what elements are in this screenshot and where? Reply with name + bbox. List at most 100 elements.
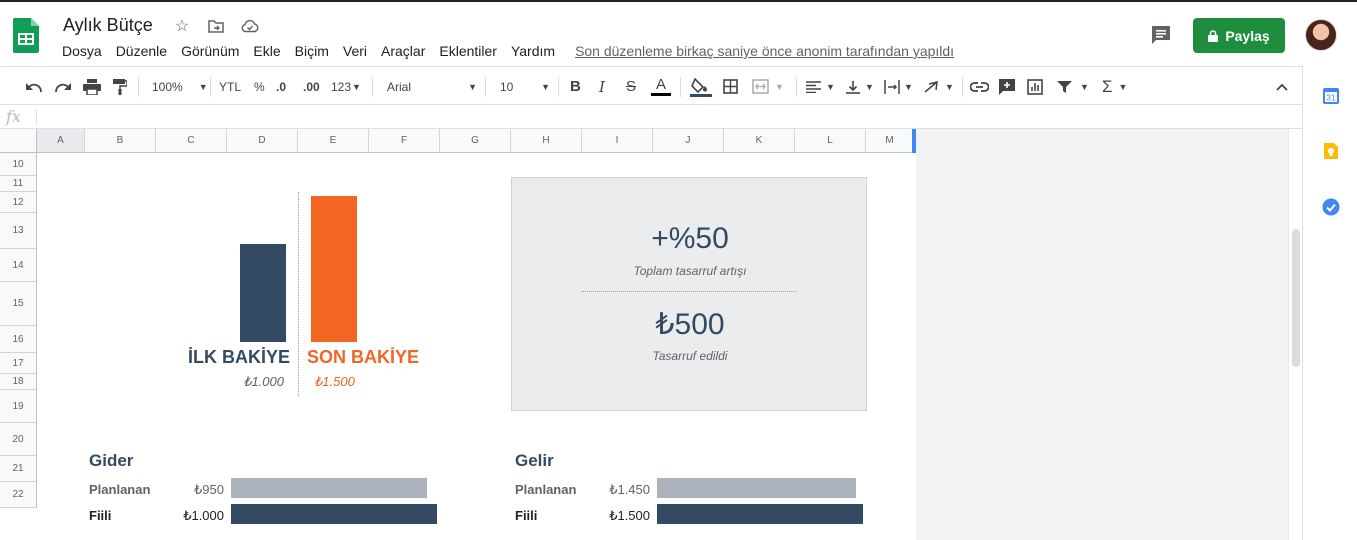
row-header-13[interactable]: 13 xyxy=(0,213,37,249)
column-header-i[interactable]: I xyxy=(582,129,653,153)
text-wrapping-icon[interactable]: ▼ xyxy=(884,67,913,106)
tasks-icon[interactable] xyxy=(1322,198,1340,216)
expense-title: Gider xyxy=(89,451,134,470)
menu-file[interactable]: Dosya xyxy=(62,43,102,59)
menu-help[interactable]: Yardım xyxy=(511,43,555,59)
insert-chart-icon[interactable] xyxy=(1027,67,1043,106)
row-header-16[interactable]: 16 xyxy=(0,326,37,353)
vertical-scrollbar[interactable] xyxy=(1288,129,1302,540)
menu-view[interactable]: Görünüm xyxy=(181,43,239,59)
chevron-down-icon: ▼ xyxy=(198,81,208,92)
formula-bar[interactable]: fx xyxy=(0,105,1302,129)
menu-bar: Dosya Düzenle Görünüm Ekle Biçim Veri Ar… xyxy=(62,43,968,59)
savings-amount: ₺500 xyxy=(655,308,725,341)
svg-text:31: 31 xyxy=(1327,94,1336,103)
row-header-10[interactable]: 10 xyxy=(0,153,37,176)
sheets-logo-icon[interactable] xyxy=(13,18,39,53)
decrease-decimal-button[interactable]: .0 xyxy=(276,67,286,106)
text-color-icon[interactable]: A xyxy=(651,67,671,106)
menu-insert[interactable]: Ekle xyxy=(253,43,280,59)
menu-edit[interactable]: Düzenle xyxy=(116,43,167,59)
row-header-18[interactable]: 18 xyxy=(0,374,37,390)
print-icon[interactable] xyxy=(83,67,101,106)
row-header-14[interactable]: 14 xyxy=(0,249,37,282)
filter-icon[interactable]: ▼ xyxy=(1057,67,1089,106)
select-all-corner[interactable] xyxy=(0,129,37,153)
bold-icon[interactable]: B xyxy=(570,67,581,106)
star-icon[interactable]: ☆ xyxy=(172,16,192,36)
row-header-19[interactable]: 19 xyxy=(0,390,37,423)
functions-icon[interactable]: Σ ▼ xyxy=(1102,67,1127,106)
row-header-22[interactable]: 22 xyxy=(0,482,37,508)
row-header-17[interactable]: 17 xyxy=(0,353,37,374)
user-avatar[interactable] xyxy=(1305,19,1337,51)
row-header-15[interactable]: 15 xyxy=(0,282,37,326)
horizontal-align-icon[interactable]: ▼ xyxy=(806,67,835,106)
menu-addons[interactable]: Eklentiler xyxy=(439,43,497,59)
comments-icon[interactable] xyxy=(1150,24,1172,46)
keep-icon[interactable] xyxy=(1322,142,1340,160)
column-header-d[interactable]: D xyxy=(227,129,298,153)
menu-format[interactable]: Biçim xyxy=(295,43,329,59)
start-balance-value: ₺1.000 xyxy=(243,374,284,389)
toolbar: 100% ▼ YTL % .0 .00 123 ▼ Arial ▼ 10 ▼ B… xyxy=(0,66,1302,105)
column-header-g[interactable]: G xyxy=(440,129,511,153)
zoom-select[interactable]: 100% ▼ xyxy=(152,67,208,106)
redo-icon[interactable] xyxy=(54,67,72,106)
income-actual-bar xyxy=(657,504,863,524)
title-bar: Aylık Bütçe ☆ Dosya Düzenle Görünüm Ekle… xyxy=(0,0,1357,66)
text-rotation-icon[interactable]: ▼ xyxy=(923,67,954,106)
menu-tools[interactable]: Araçlar xyxy=(381,43,425,59)
percent-format-button[interactable]: % xyxy=(254,67,265,106)
cloud-saved-icon[interactable] xyxy=(240,16,260,36)
undo-icon[interactable] xyxy=(25,67,43,106)
column-header-m[interactable]: M xyxy=(866,129,914,153)
income-actual-label: Fiili xyxy=(515,508,538,523)
fill-color-icon[interactable] xyxy=(690,67,712,106)
decrease-decimal-label: .0 xyxy=(276,79,287,94)
income-planned-label: Planlanan xyxy=(515,482,577,497)
calendar-icon[interactable]: 31 xyxy=(1322,87,1340,105)
column-header-k[interactable]: K xyxy=(724,129,795,153)
borders-icon[interactable] xyxy=(723,67,738,106)
share-button[interactable]: Paylaş xyxy=(1193,18,1285,53)
column-header-b[interactable]: B xyxy=(85,129,156,153)
font-size-value: 10 xyxy=(500,79,514,94)
move-to-folder-icon[interactable] xyxy=(206,16,226,36)
column-header-e[interactable]: E xyxy=(298,129,369,153)
menu-data[interactable]: Veri xyxy=(343,43,367,59)
collapse-toolbar-icon[interactable] xyxy=(1276,67,1288,106)
last-edit-link[interactable]: Son düzenleme birkaç saniye önce anonim … xyxy=(575,43,954,59)
fx-icon: fx xyxy=(6,107,21,126)
side-panel: 31 xyxy=(1302,66,1357,540)
strikethrough-icon[interactable]: S xyxy=(626,67,636,106)
increase-decimal-button[interactable]: .00 xyxy=(303,67,320,106)
column-header-a[interactable]: A xyxy=(37,129,85,153)
document-title[interactable]: Aylık Bütçe xyxy=(63,15,153,36)
row-header-12[interactable]: 12 xyxy=(0,192,37,213)
vertical-align-icon[interactable]: ▼ xyxy=(846,67,874,106)
insert-comment-icon[interactable] xyxy=(999,67,1015,106)
scroll-thumb[interactable] xyxy=(1292,229,1300,367)
font-select[interactable]: Arial ▼ xyxy=(387,67,477,106)
row-header-20[interactable]: 20 xyxy=(0,423,37,456)
merge-cells-icon[interactable]: ▼ xyxy=(752,67,784,106)
end-balance-label: SON BAKİYE xyxy=(307,347,420,367)
chevron-down-icon: ▼ xyxy=(541,81,550,92)
column-header-h[interactable]: H xyxy=(511,129,582,153)
paint-format-icon[interactable] xyxy=(113,67,127,106)
row-header-11[interactable]: 11 xyxy=(0,176,37,192)
expense-planned-bar xyxy=(231,478,427,498)
column-header-c[interactable]: C xyxy=(156,129,227,153)
insert-link-icon[interactable] xyxy=(970,67,989,106)
font-size-select[interactable]: 10 ▼ xyxy=(500,67,550,106)
column-header-f[interactable]: F xyxy=(369,129,440,153)
column-header-j[interactable]: J xyxy=(653,129,724,153)
currency-format-button[interactable]: YTL xyxy=(219,67,241,106)
italic-icon[interactable]: I xyxy=(599,67,605,106)
column-header-l[interactable]: L xyxy=(795,129,866,153)
share-label: Paylaş xyxy=(1225,27,1270,44)
savings-percent: +%50 xyxy=(651,222,729,255)
more-formats-button[interactable]: 123 ▼ xyxy=(331,67,361,106)
row-header-21[interactable]: 21 xyxy=(0,456,37,482)
